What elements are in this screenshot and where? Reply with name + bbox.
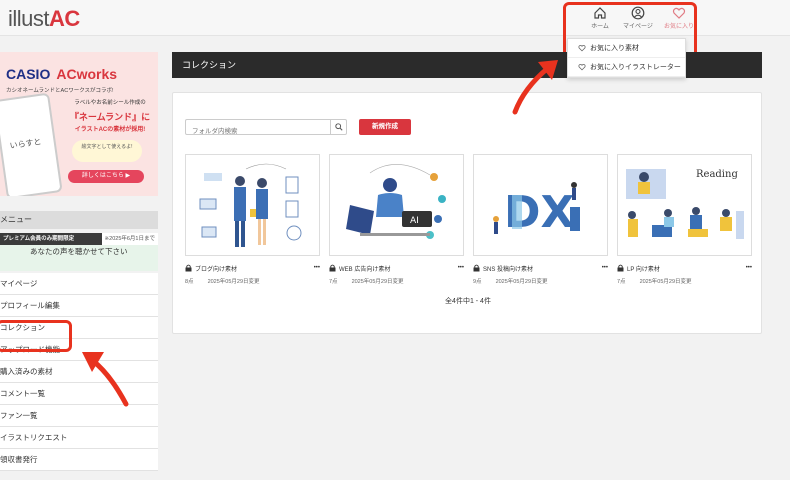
phone-illustration: いらすと <box>0 92 63 196</box>
annotation-box-collection <box>0 320 72 352</box>
sidebar-item-purchased[interactable]: 購入済みの素材 <box>0 361 158 383</box>
phone-text: いらすと <box>9 137 42 151</box>
sidebar-item-request[interactable]: イラストリクエスト <box>0 427 158 449</box>
card-updated: 2025年05月29日変更 <box>207 279 260 285</box>
card-name: ブログ向け素材 <box>195 266 238 273</box>
more-icon[interactable]: ••• <box>746 265 752 271</box>
reading-people-illustration: Reading <box>626 169 744 239</box>
search-button[interactable] <box>330 120 346 134</box>
card-sub: 7点 2025年05月29日変更 <box>329 277 464 285</box>
more-icon[interactable]: ••• <box>602 265 608 271</box>
card-thumbnail[interactable]: DX <box>473 154 608 256</box>
collection-card-blog[interactable]: ブログ向け素材 ••• 8点 2025年05月29日変更 <box>185 154 320 285</box>
card-sub: 8点 2025年05月29日変更 <box>185 277 320 285</box>
card-meta: WEB 広告向け素材 ••• <box>329 261 464 275</box>
card-meta: LP 向け素材 ••• <box>617 261 752 275</box>
sidebar-item-comments[interactable]: コメント一覧 <box>0 383 158 405</box>
folder-search <box>185 119 347 139</box>
dropdown-item-favorite-materials[interactable]: お気に入り素材 <box>568 39 685 58</box>
pagination-summary: 全4件中1 - 4件 <box>445 298 491 305</box>
lock-icon <box>329 264 336 272</box>
heart-icon <box>578 63 586 71</box>
card-count: 8点 <box>185 279 194 285</box>
card-sub: 7点 2025年05月29日変更 <box>617 277 752 285</box>
site-logo[interactable]: illustAC <box>8 6 80 32</box>
card-meta: ブログ向け素材 ••• <box>185 261 320 275</box>
banner-line2: 『ネームランド』に <box>69 112 151 122</box>
feedback-banner[interactable]: あなたの声を聴かせて下さい <box>0 245 158 271</box>
logo-accent: AC <box>49 6 80 31</box>
card-count: 7点 <box>329 279 338 285</box>
search-icon <box>334 123 343 131</box>
banner-cta-button[interactable]: 詳しくはこちら ▶ <box>68 170 144 183</box>
banner-line1: ラベルやお名前シール作成の <box>74 100 146 106</box>
collection-card-web-ad[interactable]: AI WEB 広告向け素材 ••• 7点 2025年05月29日変更 <box>329 154 464 285</box>
sidebar-item-receipt[interactable]: 領収書発行 <box>0 449 158 471</box>
more-icon[interactable]: ••• <box>314 265 320 271</box>
banner-subtitle: カシオネームランドとACワークスがコラボ! <box>6 88 114 94</box>
premium-notice[interactable]: プレミアム会員のみ期間限定 ※2025年6月1日まで <box>0 233 158 245</box>
premium-date: ※2025年6月1日まで <box>101 233 158 245</box>
card-name: WEB 広告向け素材 <box>339 266 391 273</box>
ai-worker-illustration: AI <box>346 164 446 239</box>
dropdown-item-label: お気に入り素材 <box>590 45 639 52</box>
sidebar-menu: マイページ プロフィール編集 コレクション アップロード機能 購入済みの素材 コ… <box>0 273 158 471</box>
card-thumbnail[interactable]: AI <box>329 154 464 256</box>
banner-line3: イラストACの素材が採用! <box>74 127 146 133</box>
card-thumbnail[interactable]: Reading <box>617 154 752 256</box>
collection-cards: ブログ向け素材 ••• 8点 2025年05月29日変更 AI WEB 広告向け… <box>185 154 752 285</box>
lock-icon <box>473 264 480 272</box>
reading-label: Reading <box>696 169 738 180</box>
card-updated: 2025年05月29日変更 <box>639 279 692 285</box>
favorites-dropdown: お気に入り素材 お気に入りイラストレーター <box>567 38 686 78</box>
banner-brand: CASIO ACworks <box>6 66 118 82</box>
folder-search-input[interactable] <box>186 124 326 139</box>
dropdown-item-label: お気に入りイラストレーター <box>590 64 681 71</box>
lock-icon <box>617 264 624 272</box>
new-collection-button[interactable]: 新規作成 <box>359 119 411 135</box>
card-thumbnail[interactable] <box>185 154 320 256</box>
menu-title: メニュー <box>0 211 158 229</box>
card-updated: 2025年05月29日変更 <box>351 279 404 285</box>
card-meta: SNS 投稿向け素材 ••• <box>473 261 608 275</box>
collection-card-sns[interactable]: DX SNS 投稿向け素材 ••• 9点 2025年05月29日変更 <box>473 154 608 285</box>
card-count: 7点 <box>617 279 626 285</box>
card-updated: 2025年05月29日変更 <box>495 279 548 285</box>
sidebar-item-mypage[interactable]: マイページ <box>0 273 158 295</box>
sidebar-item-profile[interactable]: プロフィール編集 <box>0 295 158 317</box>
card-sub: 9点 2025年05月29日変更 <box>473 277 608 285</box>
casio-banner[interactable]: CASIO ACworks カシオネームランドとACワークスがコラボ! いらすと … <box>0 52 158 196</box>
premium-label: プレミアム会員のみ期間限定 <box>3 236 75 242</box>
logo-text: illust <box>8 6 50 31</box>
dx-illustration: DX <box>493 182 580 238</box>
sidebar: CASIO ACworks カシオネームランドとACワークスがコラボ! いらすと … <box>0 52 158 471</box>
lock-icon <box>185 264 192 272</box>
more-icon[interactable]: ••• <box>458 265 464 271</box>
business-people-illustration <box>199 163 302 247</box>
sidebar-item-fans[interactable]: ファン一覧 <box>0 405 158 427</box>
dropdown-item-favorite-illustrators[interactable]: お気に入りイラストレーター <box>568 58 685 77</box>
collection-card-lp[interactable]: Reading LP 向け素材 ••• 7点 2025年05月29日変更 <box>617 154 752 285</box>
ai-label: AI <box>410 216 419 226</box>
card-name: LP 向け素材 <box>627 266 660 273</box>
heart-icon <box>578 44 586 52</box>
banner-bubble: 絵文字として使えるよ! <box>72 140 142 162</box>
card-name: SNS 投稿向け素材 <box>483 266 534 273</box>
card-count: 9点 <box>473 279 482 285</box>
collection-panel: 新規作成 <box>172 92 762 334</box>
